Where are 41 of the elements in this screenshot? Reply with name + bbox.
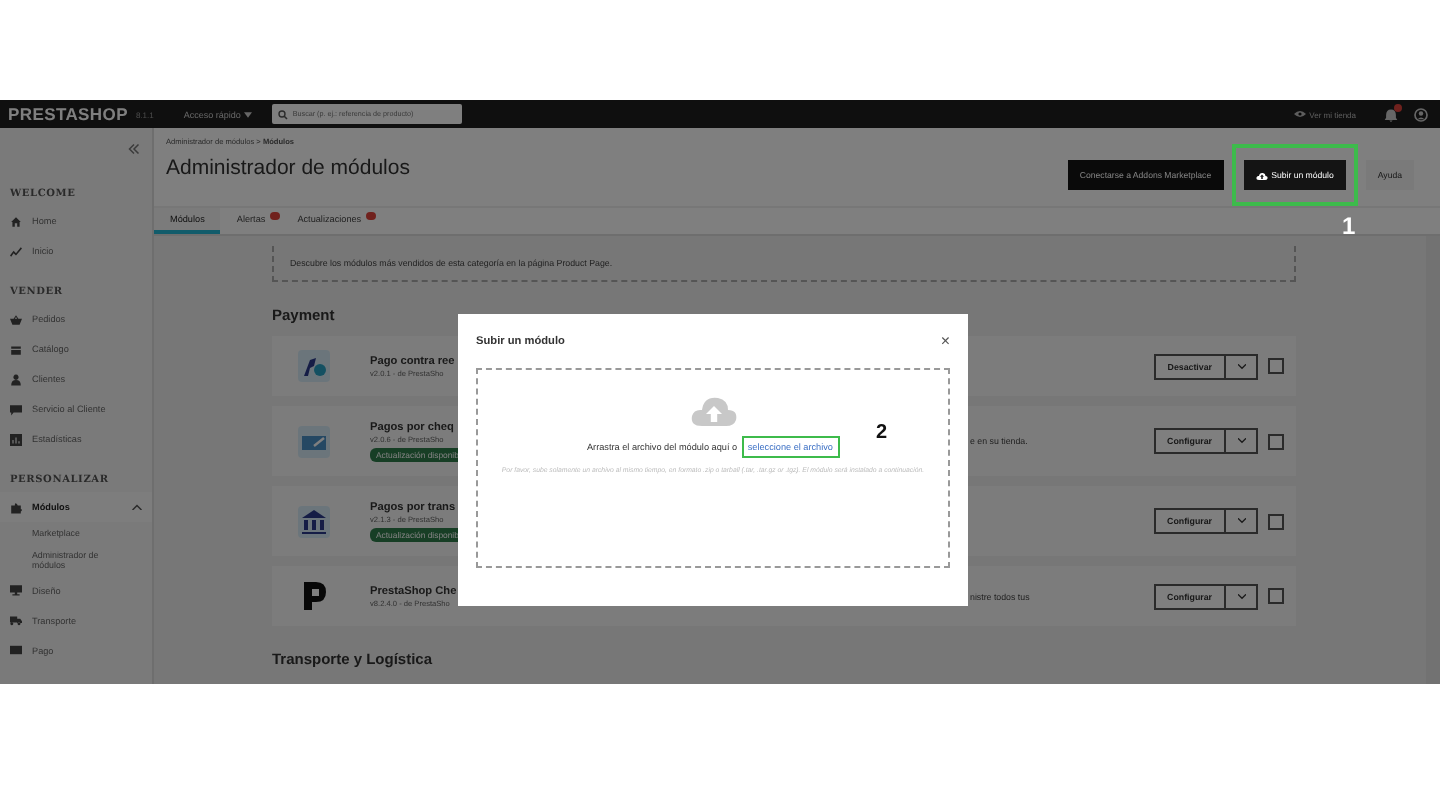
cheque-icon (298, 425, 330, 457)
dropdown-toggle[interactable] (1226, 583, 1258, 609)
chevron-down-icon (1237, 593, 1245, 599)
caret-icon (244, 111, 253, 117)
close-button[interactable]: × (940, 333, 950, 349)
dropdown-toggle[interactable] (1226, 508, 1258, 534)
truck-icon (10, 614, 22, 626)
home-icon (10, 215, 22, 227)
chevron-down-icon (1237, 363, 1245, 369)
checkbox[interactable] (1268, 358, 1284, 374)
step-number: 1 (1342, 214, 1356, 238)
chevron-up-icon (132, 504, 142, 510)
chevron-down-icon (1237, 518, 1245, 524)
chat-icon (10, 403, 22, 415)
drop-zone[interactable] (476, 368, 950, 568)
chart-icon (10, 433, 22, 445)
checkbox[interactable] (1268, 433, 1284, 449)
monitor-icon (10, 584, 22, 596)
user-icon[interactable] (1414, 107, 1428, 121)
notification-badge (1394, 103, 1402, 111)
logo-icon (298, 580, 330, 612)
dropdown-toggle[interactable] (1226, 353, 1258, 379)
search-icon (278, 109, 289, 119)
page-title: Administrador de módulos (166, 156, 410, 180)
logo: PRESTASHOP (8, 104, 128, 124)
cloud-upload-icon (1255, 171, 1268, 179)
card-icon (10, 644, 22, 656)
step-number: 2 (876, 424, 888, 444)
checkbox[interactable] (1268, 588, 1284, 604)
bell-icon[interactable] (1384, 107, 1398, 121)
basket-icon (10, 313, 22, 325)
eye-icon (1293, 110, 1306, 118)
trend-icon (10, 245, 22, 257)
collapse-icon[interactable] (128, 143, 140, 153)
stack-icon (10, 343, 22, 355)
cloud-upload-icon (689, 394, 737, 426)
person-icon (10, 373, 22, 385)
checkbox[interactable] (1268, 513, 1284, 529)
bank-icon (298, 505, 330, 537)
dropdown-toggle[interactable] (1226, 428, 1258, 454)
chevron-down-icon (1237, 438, 1245, 444)
